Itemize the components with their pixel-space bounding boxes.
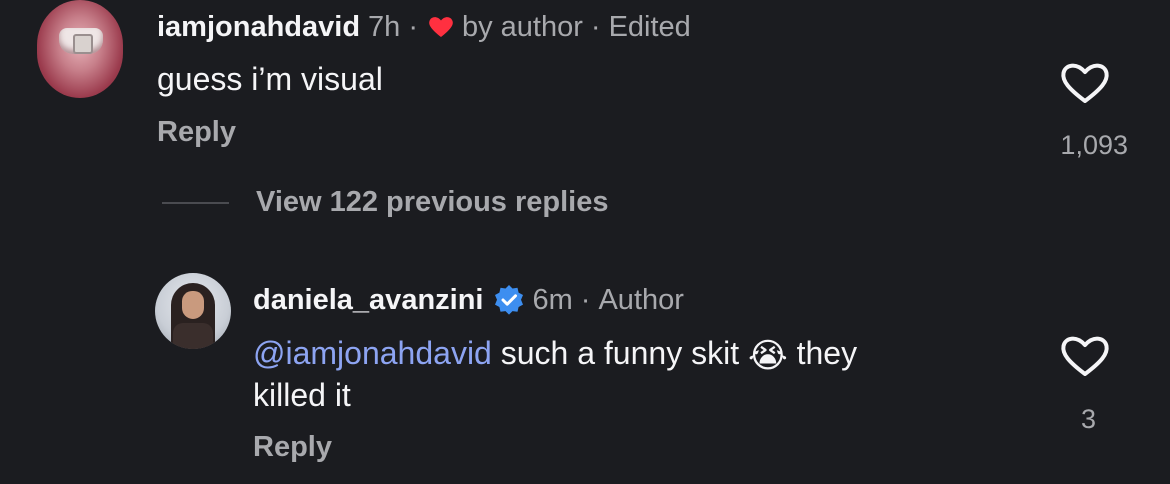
meta-separator: · [408, 10, 418, 43]
mention-link[interactable]: @iamjonahdavid [253, 335, 492, 371]
like-button[interactable] [1059, 60, 1111, 106]
comment-username[interactable]: iamjonahdavid [157, 11, 360, 44]
meta-separator: · [580, 283, 591, 316]
reply-button[interactable]: Reply [157, 116, 236, 149]
author-badge: Author [598, 283, 684, 316]
heart-outline-icon [1061, 336, 1109, 376]
replies-divider [162, 202, 229, 204]
like-button[interactable] [1059, 333, 1111, 379]
comment-username[interactable]: daniela_avanzini [253, 284, 484, 317]
comment-2-header: daniela_avanzini 6m · Author [253, 281, 684, 319]
like-count: 1,093 [1060, 130, 1128, 160]
comment-1-header: iamjonahdavid 7h · by author · Edited [157, 8, 691, 46]
avatar-daniela-avanzini[interactable] [155, 273, 231, 349]
liked-by-author-label: by author [461, 10, 583, 43]
avatar-iamjonahdavid[interactable] [37, 0, 123, 98]
comment-text: guess i’m visual [157, 61, 383, 97]
heart-filled-icon [428, 15, 454, 39]
crying-face-emoji: 😭 [747, 336, 788, 375]
comment-text-part: such a funny skit [491, 335, 748, 371]
edited-label: Edited [608, 10, 691, 43]
like-count: 3 [1080, 404, 1096, 434]
view-previous-replies-button[interactable]: View 122 previous replies [256, 186, 609, 219]
reply-button[interactable]: Reply [253, 431, 332, 464]
verified-badge-icon [493, 284, 525, 316]
comment-text-line: killed it [253, 377, 351, 413]
heart-outline-icon [1061, 63, 1109, 103]
comment-time: 7h [368, 10, 401, 43]
meta-separator: · [590, 10, 601, 43]
comment-text-part: they [787, 335, 858, 371]
comment-time: 6m [532, 283, 573, 316]
comment-text: @iamjonahdavid such a funny skit 😭 they … [253, 332, 1013, 416]
